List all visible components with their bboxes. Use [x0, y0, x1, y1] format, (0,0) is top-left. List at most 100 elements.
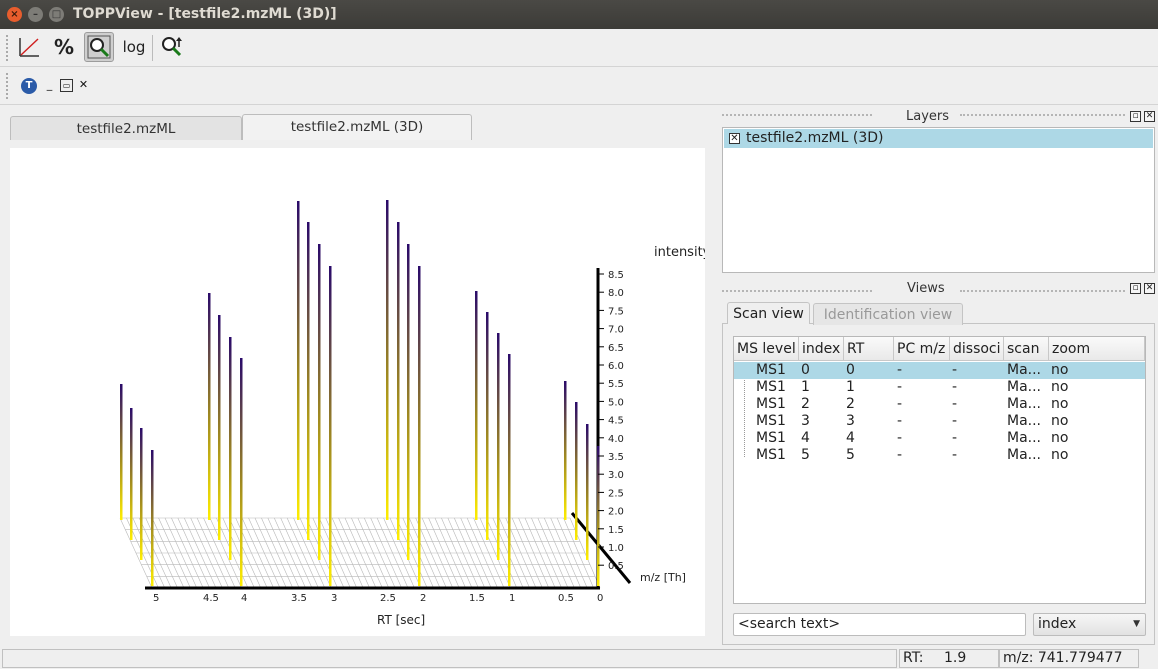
spectrum-peak: [318, 244, 321, 560]
layers-title: Layers: [906, 109, 950, 124]
search-field-value: index: [1038, 616, 1077, 632]
views-dock-grip[interactable]: [960, 290, 1125, 294]
column-header-zoom[interactable]: zoom: [1049, 337, 1145, 361]
views-dock-grip[interactable]: [722, 290, 872, 294]
status-rt-label: RT:: [903, 650, 924, 666]
window-title: TOPPView - [testfile2.mzML (3D)]: [73, 6, 337, 22]
y-tick-label: 2.5: [608, 488, 624, 499]
search-input[interactable]: <search text>: [733, 613, 1026, 636]
table-cell: 4: [801, 430, 810, 446]
table-cell: MS1: [756, 413, 786, 429]
layer-item[interactable]: ✕ testfile2.mzML (3D): [724, 129, 1153, 148]
mz-axis-label: m/z [Th]: [640, 571, 686, 584]
column-header-rt[interactable]: RT: [844, 337, 894, 361]
layers-dock-grip[interactable]: [722, 114, 872, 118]
3d-plot-svg: intensity 8.5 8.0 7.5 7.0 6.5 6.0 5.5 5.0 4.5 4.0…: [119, 200, 711, 627]
layer-visibility-checkbox[interactable]: ✕: [729, 133, 740, 144]
plot-peaks: [120, 200, 600, 586]
spectrum-peak: [240, 358, 243, 586]
spectrum-peak: [130, 408, 133, 540]
spectrum-peak: [208, 293, 211, 520]
y-tick-label: 6.0: [608, 361, 624, 372]
layers-dock-grip[interactable]: [960, 114, 1125, 118]
table-cell: MS1: [756, 396, 786, 412]
status-mz: m/z: 741.779477: [999, 649, 1139, 668]
table-cell: -: [952, 362, 958, 378]
table-cell: -: [897, 430, 903, 446]
table-row[interactable]: MS1 0 0 - - Ma... no: [734, 362, 1145, 379]
y-tick-label: 5.5: [608, 379, 624, 390]
search-field-select[interactable]: index ▼: [1033, 613, 1146, 636]
spectrum-peak: [418, 266, 421, 586]
layers-float-button[interactable]: ▫: [1130, 111, 1141, 122]
reset-zoom-button[interactable]: [157, 32, 187, 62]
tab-scan-view[interactable]: Scan view: [727, 302, 810, 324]
views-close-button[interactable]: ✕: [1144, 283, 1155, 294]
spectrum-peak: [120, 384, 123, 520]
subwindow-minimize-button[interactable]: _: [43, 79, 56, 92]
table-cell: -: [897, 413, 903, 429]
toolbar-grip[interactable]: [6, 35, 9, 61]
window-minimize-button[interactable]: –: [28, 7, 43, 22]
table-cell: 3: [801, 413, 810, 429]
table-cell: no: [1051, 379, 1069, 395]
spectrum-peak: [229, 337, 232, 560]
subwindow-close-button[interactable]: ✕: [77, 79, 90, 92]
rt-tick-label: 1.5: [469, 593, 485, 604]
spectrum-peak: [151, 450, 154, 586]
zoom-range-icon: [162, 37, 182, 57]
table-cell: 3: [846, 413, 855, 429]
window-close-button[interactable]: ×: [7, 7, 22, 22]
table-cell: Ma...: [1007, 379, 1042, 395]
layers-list[interactable]: ✕ testfile2.mzML (3D): [722, 127, 1155, 273]
tab-testfile2[interactable]: testfile2.mzML: [10, 116, 242, 140]
tab-testfile2-3d[interactable]: testfile2.mzML (3D): [242, 114, 472, 140]
table-cell: -: [952, 379, 958, 395]
column-header-pc-mz[interactable]: PC m/z: [894, 337, 950, 361]
y-tick-label: 3.0: [608, 470, 624, 481]
y-tick-label: 1.5: [608, 525, 624, 536]
spectrum-peak: [564, 381, 567, 520]
spectrum-peak: [307, 222, 310, 540]
table-row[interactable]: MS1 5 5 - - Ma... no: [734, 447, 1145, 464]
column-header-dissociation[interactable]: dissoci: [950, 337, 1004, 361]
table-row[interactable]: MS1 1 1 - - Ma... no: [734, 379, 1145, 396]
log-intensity-button[interactable]: log: [119, 32, 149, 62]
spectrum-peak: [497, 333, 500, 560]
table-cell: no: [1051, 430, 1069, 446]
scan-table[interactable]: MS level index RT PC m/z dissoci scan zo…: [733, 336, 1146, 604]
table-cell: 0: [801, 362, 810, 378]
table-cell: 5: [801, 447, 810, 463]
rt-tick-labels: 5 4.5 4 3.5 3 2.5 2 1.5 1 0.5 0: [153, 593, 603, 604]
layer-label: testfile2.mzML (3D): [746, 130, 884, 146]
rt-tick-label: 1: [509, 593, 515, 604]
3d-spectrum-canvas[interactable]: intensity 8.5 8.0 7.5 7.0 6.5 6.0 5.5 5.0 4.5 4.0…: [10, 148, 711, 636]
table-row[interactable]: MS1 4 4 - - Ma... no: [734, 430, 1145, 447]
column-header-scan[interactable]: scan: [1004, 337, 1049, 361]
subwindow-restore-button[interactable]: ▭: [60, 79, 73, 92]
spectrum-peak: [397, 222, 400, 540]
window-maximize-button[interactable]: □: [49, 7, 64, 22]
spectrum-peak: [218, 315, 221, 540]
percentage-intensity-button[interactable]: %: [49, 32, 79, 62]
linear-intensity-button[interactable]: [14, 32, 44, 62]
spectrum-peak: [386, 200, 389, 520]
y-tick-label: 2.0: [608, 507, 624, 518]
rt-tick-label: 0.5: [558, 593, 574, 604]
layers-close-button[interactable]: ✕: [1144, 111, 1155, 122]
views-float-button[interactable]: ▫: [1130, 283, 1141, 294]
table-cell: Ma...: [1007, 447, 1042, 463]
status-rt: RT: 1.9: [899, 649, 999, 668]
toolbar-grip[interactable]: [6, 73, 9, 99]
column-header-ms-level[interactable]: MS level: [734, 337, 799, 361]
tab-identification-view[interactable]: Identification view: [813, 303, 963, 325]
table-cell: 5: [846, 447, 855, 463]
y-tick-label: 7.0: [608, 325, 624, 336]
window-titlebar: × – □ TOPPView - [testfile2.mzML (3D)]: [0, 0, 1158, 29]
table-cell: Ma...: [1007, 362, 1042, 378]
snap-to-max-button[interactable]: [84, 32, 114, 62]
rt-tick-label: 2.5: [380, 593, 396, 604]
table-row[interactable]: MS1 2 2 - - Ma... no: [734, 396, 1145, 413]
column-header-index[interactable]: index: [799, 337, 844, 361]
table-row[interactable]: MS1 3 3 - - Ma... no: [734, 413, 1145, 430]
